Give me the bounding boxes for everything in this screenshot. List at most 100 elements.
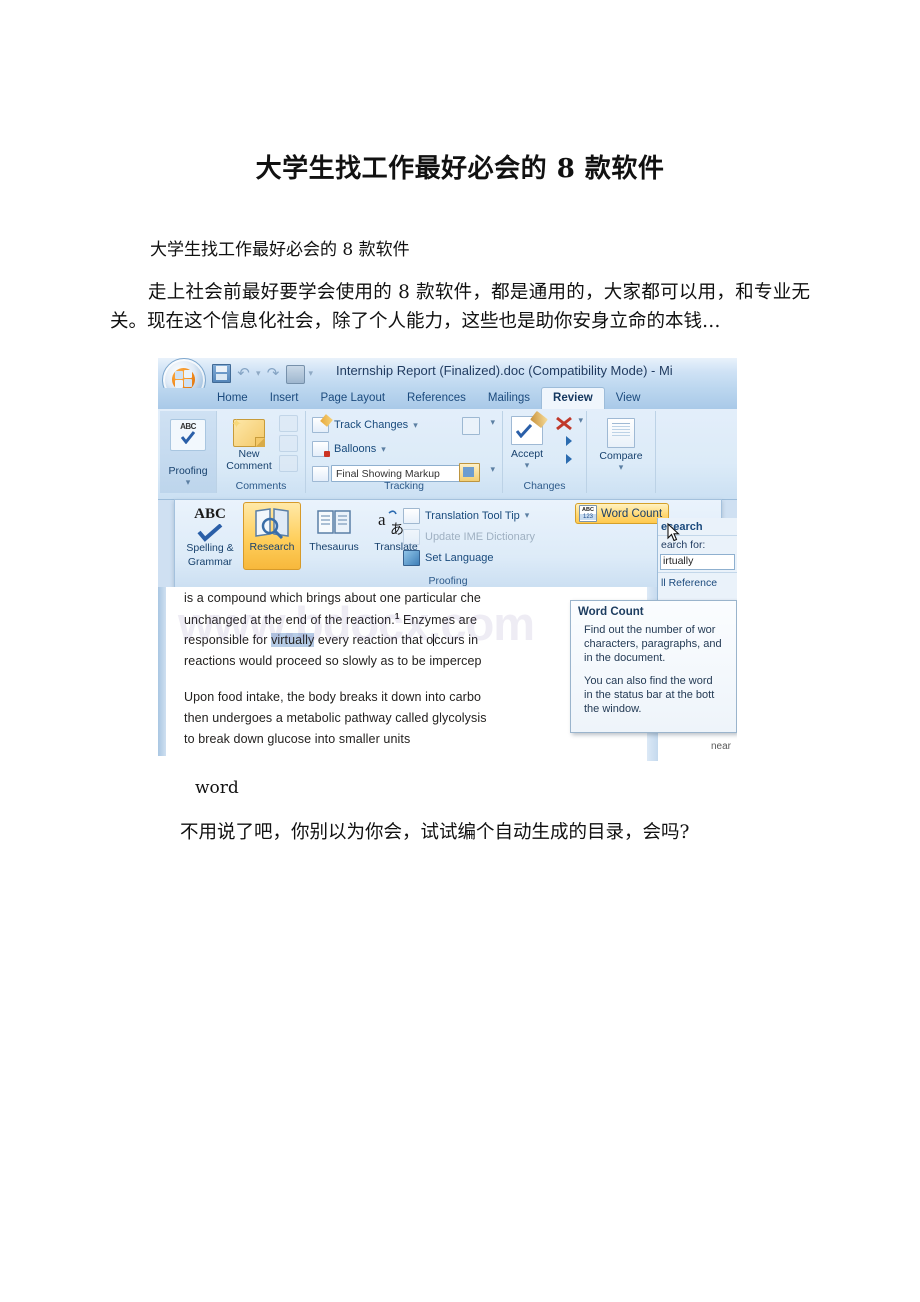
word-screenshot: ↶ ▾ ↷ ▾ Internship Report (Finalized).do…: [158, 358, 737, 761]
article-page: 大学生找工作最好必会的 8 款软件 大学生找工作最好必会的 8 款软件 走上社会…: [0, 0, 920, 1302]
new-comment-label-2: Comment: [226, 460, 272, 472]
new-comment-label-1: New: [238, 448, 260, 460]
ribbon-group-comments: ✦ New Comment Comments: [217, 411, 306, 493]
tab-view[interactable]: View: [605, 389, 652, 409]
word-count-icon: ABC 123: [579, 505, 597, 522]
delete-comment-icon[interactable]: [279, 415, 298, 432]
word-count-button[interactable]: ABC 123 Word Count: [575, 503, 670, 524]
spelling-grammar-button[interactable]: ABC Spelling & Grammar: [181, 504, 239, 568]
balloons-label[interactable]: Balloons: [334, 443, 376, 455]
next-change-icon[interactable]: [555, 451, 573, 467]
set-language-icon: [403, 549, 420, 566]
accept-icon[interactable]: [511, 410, 548, 445]
tooltip-title: Word Count: [578, 606, 644, 618]
translation-tool-tip-icon: [403, 507, 420, 524]
customize-qat-icon[interactable]: ▾: [309, 365, 314, 382]
proofing-dropdown-icon[interactable]: ▾: [160, 477, 216, 488]
reject-dropdown-icon[interactable]: ▾: [578, 415, 583, 426]
track-changes-label[interactable]: Track Changes: [334, 419, 408, 431]
redo-icon[interactable]: ↷: [265, 365, 282, 382]
selected-word: virtually: [271, 633, 315, 647]
word-count-tooltip: Word Count Find out the number of wor ch…: [570, 600, 737, 733]
update-ime-dictionary-icon: [403, 528, 420, 545]
ribbon: ABC Proofing ▾ ✦ New Comment Comments Tr…: [158, 409, 737, 500]
show-markup-menu-caret-icon[interactable]: ▾: [490, 417, 495, 428]
compare-dropdown-icon[interactable]: ▾: [587, 462, 655, 473]
article-subtitle: 大学生找工作最好必会的 8 款软件: [150, 240, 410, 260]
document-text-line: to break down glucose into smaller units: [184, 732, 411, 746]
quick-print-icon[interactable]: [285, 364, 305, 384]
ribbon-group-compare[interactable]: Compare ▾: [587, 411, 656, 493]
translation-tool-tip-row[interactable]: Translation Tool Tip ▾: [403, 505, 583, 526]
set-language-label: Set Language: [425, 551, 494, 564]
tab-mailings[interactable]: Mailings: [477, 389, 541, 409]
word-title-bar: ↶ ▾ ↷ ▾ Internship Report (Finalized).do…: [158, 358, 737, 402]
undo-dropdown-icon[interactable]: ▾: [256, 365, 261, 382]
previous-change-icon[interactable]: [555, 433, 573, 449]
tab-review[interactable]: Review: [541, 387, 605, 409]
track-changes-icon[interactable]: [312, 417, 329, 433]
update-ime-dictionary-row: Update IME Dictionary: [403, 526, 583, 547]
translation-tool-tip-label: Translation Tool Tip: [425, 509, 520, 522]
doc-line-part: ccurs in: [434, 633, 479, 647]
research-button[interactable]: Research: [243, 504, 301, 553]
document-text-line: Upon food intake, the body breaks it dow…: [184, 690, 482, 704]
translation-tool-tip-caret-icon[interactable]: ▾: [525, 510, 530, 521]
doc-line-part: Enzymes are: [399, 613, 477, 628]
reject-icon[interactable]: [555, 415, 573, 431]
research-search-input[interactable]: irtually: [660, 554, 735, 570]
thesaurus-button[interactable]: Thesaurus: [305, 504, 363, 553]
track-changes-dropdown-icon[interactable]: ▾: [413, 420, 418, 431]
update-ime-dictionary-label: Update IME Dictionary: [425, 530, 536, 543]
previous-comment-icon[interactable]: [279, 435, 298, 452]
document-text-line: then undergoes a metabolic pathway calle…: [184, 711, 487, 725]
proofing-gallery-panel: ABC Spelling & Grammar Research Thesauru…: [174, 499, 722, 589]
ribbon-group-changes: Accept ▾ ▾ Changes: [503, 410, 587, 493]
spelling-icon: ABC: [170, 419, 206, 451]
page-title: 大学生找工作最好必会的 8 款软件: [255, 154, 665, 184]
document-text-line: responsible for virtually every reaction…: [184, 633, 478, 647]
compare-icon[interactable]: [607, 418, 635, 448]
image-caption: word: [195, 778, 239, 798]
tab-references[interactable]: References: [396, 389, 477, 409]
tab-page-layout[interactable]: Page Layout: [309, 389, 396, 409]
compare-label: Compare: [599, 450, 643, 462]
undo-icon[interactable]: ↶: [235, 365, 252, 382]
doc-line-part: unchanged at the end of the reaction.: [184, 613, 395, 628]
document-title: Internship Report (Finalized).doc (Compa…: [336, 363, 673, 378]
svg-text:a: a: [378, 510, 386, 529]
quick-access-toolbar[interactable]: ↶ ▾ ↷ ▾: [212, 363, 314, 384]
proofing-command-list: Translation Tool Tip ▾ Update IME Dictio…: [403, 505, 583, 568]
proofing-button-label: Proofing: [168, 465, 208, 477]
research-icon: [253, 507, 291, 540]
article-paragraph-1: 走上社会前最好要学会使用的 8 款软件，都是通用的，大家都可以用，和专业无关。现…: [110, 282, 810, 332]
doc-line-part: every reaction that o: [314, 633, 434, 647]
save-icon[interactable]: [212, 363, 231, 383]
thesaurus-icon: [315, 507, 353, 539]
accept-dropdown-icon[interactable]: ▾: [505, 460, 549, 471]
tab-home[interactable]: Home: [206, 389, 259, 409]
mouse-cursor-icon: [667, 523, 680, 542]
show-markup-menu-icon[interactable]: [462, 417, 480, 435]
document-text-line: is a compound which brings about one par…: [184, 591, 481, 605]
document-text-line: reactions would proceed so slowly as to …: [184, 654, 482, 668]
doc-line-part: responsible for: [184, 633, 272, 647]
comment-side-icons[interactable]: [279, 415, 301, 475]
next-comment-icon[interactable]: [279, 455, 298, 472]
document-text-line: unchanged at the end of the reaction.1 E…: [184, 612, 477, 627]
new-comment-icon[interactable]: ✦: [231, 416, 265, 447]
reviewing-pane-caret-icon[interactable]: ▾: [490, 464, 495, 475]
article-paragraph-2: 不用说了吧，你别以为你会，试试编个自动生成的目录，会吗?: [180, 822, 690, 843]
ribbon-group-proofing[interactable]: ABC Proofing ▾: [160, 411, 217, 493]
tooltip-body-line-3: in the document.: [584, 652, 666, 664]
tooltip-body-line-2: characters, paragraphs, and: [584, 638, 722, 650]
balloons-icon[interactable]: [312, 441, 330, 457]
tab-insert[interactable]: Insert: [259, 389, 310, 409]
word-count-label: Word Count: [601, 507, 663, 520]
group-label-proofing: Proofing: [428, 575, 468, 587]
research-near-text: near: [710, 741, 731, 752]
set-language-row[interactable]: Set Language: [403, 547, 583, 568]
research-scope-link[interactable]: ll Reference: [658, 572, 737, 589]
tooltip-body-line-5: in the status bar at the bott: [584, 689, 715, 701]
balloons-dropdown-icon[interactable]: ▾: [381, 444, 386, 455]
